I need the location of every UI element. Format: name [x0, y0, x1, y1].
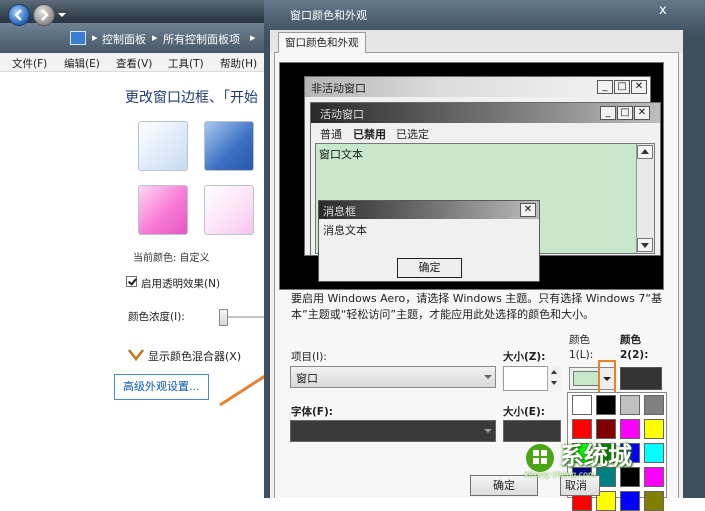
watermark-subtext: xitong cheng.com [524, 470, 596, 479]
menu-bar: 文件(F) 编辑(E) 查看(V) 工具(T) 帮助(H) [0, 53, 270, 72]
palette-color-cell[interactable] [596, 395, 616, 415]
scroll-up-icon[interactable] [637, 145, 653, 159]
control-panel-icon [70, 31, 86, 45]
size-label: 大小(Z): [503, 351, 546, 363]
menu-view[interactable]: 查看(V) [116, 56, 152, 71]
preview-menu-disabled[interactable]: 已禁用 [353, 126, 386, 142]
chevron-down-icon [484, 375, 492, 379]
close-icon: ✕ [634, 106, 650, 120]
palette-color-cell[interactable] [644, 491, 664, 511]
breadcrumb-separator-icon[interactable]: ▸ [92, 31, 98, 44]
menu-help[interactable]: 帮助(H) [220, 56, 257, 71]
color-swatch-blush[interactable] [204, 185, 254, 235]
palette-color-cell[interactable] [572, 395, 592, 415]
breadcrumb-separator-icon[interactable]: ▸ [250, 31, 256, 44]
breadcrumb-all-items[interactable]: 所有控制面板项 [163, 31, 240, 47]
menu-tools[interactable]: 工具(T) [168, 56, 204, 71]
forward-button[interactable] [33, 4, 55, 26]
item-select[interactable] [290, 366, 496, 388]
color-intensity-slider-thumb[interactable] [219, 309, 228, 326]
item-select-value: 窗口 [296, 372, 318, 385]
transparency-checkbox[interactable] [126, 276, 137, 287]
dialog-title: 窗口颜色和外观 [290, 9, 367, 22]
maximize-icon: □ [617, 106, 633, 120]
stepper-arrows-icon [551, 370, 557, 385]
color2-button[interactable] [620, 367, 662, 390]
menu-file[interactable]: 文件(F) [12, 56, 47, 71]
preview-active-title: 活动窗口 [320, 108, 364, 121]
preview-msgbox-title: 消息框 [323, 205, 356, 218]
aero-info-text: 要启用 Windows Aero，请选择 Windows 主题。只有选择 Win… [291, 292, 663, 321]
font-size-label: 大小(E): [503, 406, 545, 418]
close-icon: ✕ [520, 203, 536, 217]
item-label: 项目(I): [291, 351, 327, 363]
tab-window-color[interactable]: 窗口颜色和外观 [278, 32, 366, 53]
color-swatch-sky[interactable] [138, 121, 188, 171]
current-color-label: 当前颜色: 自定义 [133, 253, 210, 264]
font-select[interactable] [290, 420, 496, 442]
breadcrumb-control-panel[interactable]: 控制面板 [102, 31, 146, 47]
menu-edit[interactable]: 编辑(E) [64, 56, 100, 71]
minimize-icon: _ [597, 80, 613, 94]
scroll-down-icon[interactable] [637, 238, 653, 252]
size-stepper[interactable] [547, 366, 561, 391]
advanced-appearance-link[interactable]: 高级外观设置... [114, 374, 209, 400]
color-swatch-blue[interactable] [204, 121, 254, 171]
palette-color-cell[interactable] [620, 395, 640, 415]
chevron-down-icon [484, 429, 492, 433]
dialog-close-icon[interactable]: x [659, 3, 667, 18]
transparency-label[interactable]: 启用透明效果(N) [141, 276, 220, 291]
color1-swatch [573, 371, 600, 386]
palette-color-cell[interactable] [644, 395, 664, 415]
history-dropdown-icon[interactable] [58, 13, 66, 17]
font-label: 字体(F): [291, 406, 333, 418]
chevron-down-icon[interactable] [128, 349, 144, 361]
preview-menu-selected[interactable]: 已选定 [396, 126, 429, 142]
watermark-text: 系统城 [560, 442, 632, 470]
preview-scrollbar[interactable] [636, 144, 654, 253]
minimize-icon: _ [600, 106, 616, 120]
palette-color-cell[interactable] [620, 491, 640, 511]
preview-window-text: 窗口文本 [319, 148, 363, 161]
color2-label: 颜色 2(2): [620, 334, 649, 361]
page-heading: 更改窗口边框、「开始 [125, 90, 258, 106]
preview-menu-normal[interactable]: 普通 [320, 126, 342, 142]
color1-dropdown-highlight[interactable] [598, 360, 616, 396]
back-button[interactable] [8, 4, 30, 26]
preview-inactive-title: 非活动窗口 [311, 82, 366, 95]
preview-msgbox-text: 消息文本 [323, 224, 367, 237]
preview-ok-button[interactable]: 确定 [397, 258, 462, 278]
breadcrumb-separator-icon[interactable]: ▸ [152, 31, 158, 44]
back-arrow-icon [14, 9, 22, 21]
color1-label: 颜色 1(L): [569, 334, 594, 361]
color-intensity-label: 颜色浓度(I): [128, 311, 185, 323]
chevron-down-icon [603, 377, 611, 381]
color-swatch-fuchsia[interactable] [138, 185, 188, 235]
forward-arrow-icon [41, 9, 49, 21]
maximize-icon: □ [614, 80, 630, 94]
close-icon: ✕ [631, 80, 647, 94]
